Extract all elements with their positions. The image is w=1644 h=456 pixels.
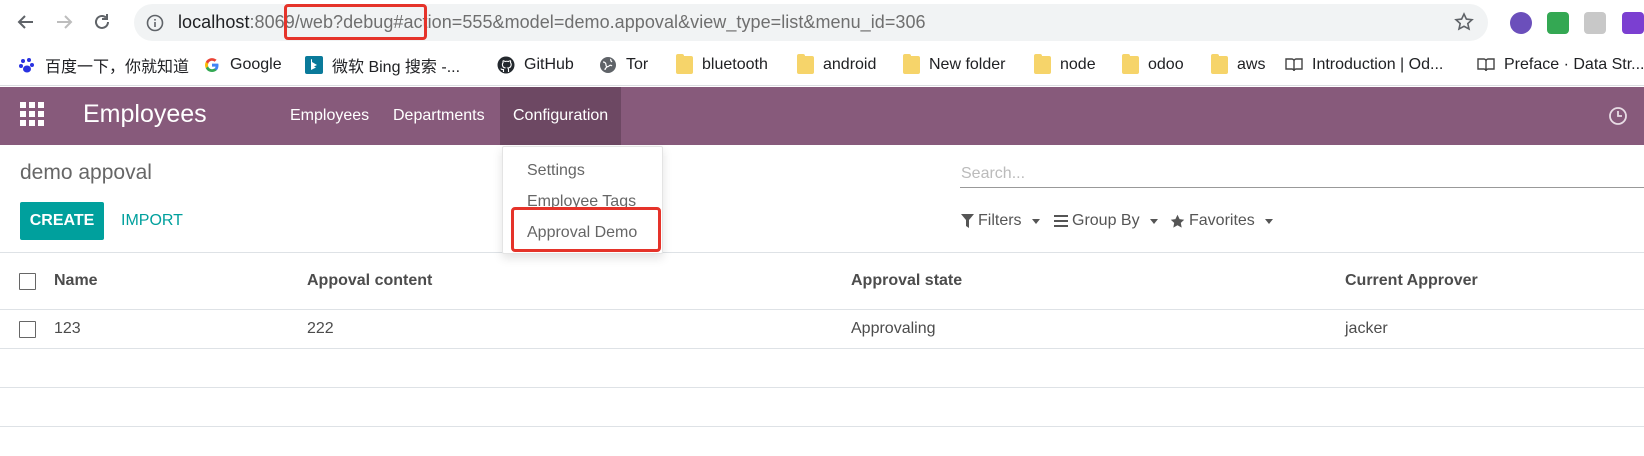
bookmark-label: android bbox=[823, 56, 877, 73]
folder-icon bbox=[1122, 54, 1139, 74]
cell-state: Approvaling bbox=[851, 320, 936, 337]
dropdown-item-approval-demo[interactable]: Approval Demo bbox=[527, 224, 637, 242]
browser-toolbar: localhost:8069/web?debug#action=555&mode… bbox=[0, 0, 1644, 44]
bookmark-label: Google bbox=[230, 56, 282, 73]
groupby-label: Group By bbox=[1072, 212, 1140, 229]
book-icon bbox=[1477, 58, 1495, 72]
favorites-button[interactable]: Favorites bbox=[1170, 209, 1273, 233]
bookmark-label: node bbox=[1060, 56, 1096, 73]
bookmark-github[interactable]: GitHub bbox=[497, 53, 574, 77]
bookmark-baidu[interactable]: 百度一下，你就知道 bbox=[18, 53, 189, 77]
info-icon[interactable] bbox=[146, 14, 164, 32]
column-name[interactable]: Name bbox=[54, 272, 98, 290]
folder-icon bbox=[1034, 54, 1051, 74]
baidu-icon bbox=[19, 58, 34, 73]
caret-down-icon bbox=[1264, 218, 1273, 224]
folder-icon bbox=[903, 54, 920, 74]
filter-icon bbox=[961, 214, 974, 228]
reload-button[interactable] bbox=[89, 9, 115, 35]
bookmark-google[interactable]: Google bbox=[203, 53, 282, 77]
bookmark-bing[interactable]: 微软 Bing 搜索 -... bbox=[305, 53, 460, 77]
url-path: :8069/web?debug#action=555&model=demo.ap… bbox=[249, 12, 926, 32]
bing-icon bbox=[305, 56, 323, 74]
import-button[interactable]: IMPORT bbox=[111, 202, 193, 240]
reload-icon bbox=[95, 14, 109, 29]
bookmark-introduction[interactable]: Introduction | Od... bbox=[1285, 53, 1443, 77]
table-row[interactable]: 123 222 Approvaling jacker bbox=[0, 310, 1644, 349]
menu-departments[interactable]: Departments bbox=[380, 87, 498, 145]
caret-down-icon bbox=[1031, 218, 1040, 224]
configuration-dropdown: Settings Employee Tags Approval Demo bbox=[502, 146, 663, 254]
bookmark-label: 微软 Bing 搜索 -... bbox=[332, 59, 461, 76]
activity-clock-icon[interactable] bbox=[1608, 106, 1628, 126]
select-all-checkbox[interactable] bbox=[19, 273, 36, 290]
search-input[interactable] bbox=[960, 160, 1644, 188]
bookmark-folder-android[interactable]: android bbox=[797, 53, 876, 77]
globe-icon bbox=[600, 57, 616, 73]
cell-name: 123 bbox=[54, 320, 81, 337]
star-icon bbox=[1170, 214, 1185, 228]
github-icon bbox=[497, 56, 515, 74]
cell-content: 222 bbox=[307, 320, 334, 337]
bookmark-label: 百度一下，你就知道 bbox=[45, 59, 190, 76]
bars-icon bbox=[1054, 215, 1068, 227]
google-icon bbox=[205, 58, 219, 72]
book-icon bbox=[1285, 58, 1303, 72]
folder-icon bbox=[797, 54, 814, 74]
apps-menu-icon[interactable] bbox=[20, 102, 44, 126]
url-host: localhost bbox=[178, 12, 250, 32]
menu-configuration[interactable]: Configuration bbox=[500, 87, 622, 145]
bookmark-folder-bluetooth[interactable]: bluetooth bbox=[676, 53, 768, 77]
bookmark-tor[interactable]: Tor bbox=[599, 53, 648, 77]
bookmark-label: New folder bbox=[929, 56, 1006, 73]
filters-label: Filters bbox=[978, 212, 1022, 229]
bookmark-folder-odoo[interactable]: odoo bbox=[1122, 53, 1184, 77]
list-header: Name Appoval content Approval state Curr… bbox=[0, 252, 1644, 310]
dropdown-item-settings[interactable]: Settings bbox=[527, 162, 585, 180]
forward-arrow-icon bbox=[57, 15, 73, 29]
empty-row bbox=[0, 349, 1644, 388]
extension-rp-icon[interactable] bbox=[1622, 12, 1644, 34]
row-checkbox[interactable] bbox=[19, 321, 36, 338]
bookmark-label: GitHub bbox=[524, 56, 574, 73]
column-current-approver[interactable]: Current Approver bbox=[1345, 272, 1478, 290]
breadcrumb: demo appoval bbox=[20, 161, 152, 184]
bookmark-label: aws bbox=[1237, 56, 1266, 73]
column-approval-state[interactable]: Approval state bbox=[851, 272, 962, 290]
dropdown-item-employee-tags[interactable]: Employee Tags bbox=[527, 193, 636, 211]
bookmark-label: Tor bbox=[626, 56, 649, 73]
caret-down-icon bbox=[1149, 218, 1158, 224]
bookmark-label: odoo bbox=[1148, 56, 1184, 73]
address-bar[interactable]: localhost:8069/web?debug#action=555&mode… bbox=[134, 4, 1488, 41]
groupby-button[interactable]: Group By bbox=[1054, 209, 1158, 233]
bookmark-label: Preface · Data Str... bbox=[1504, 56, 1644, 73]
app-brand[interactable]: Employees bbox=[83, 100, 207, 129]
extension-ws-icon[interactable] bbox=[1510, 12, 1532, 34]
bookmark-folder-new-folder[interactable]: New folder bbox=[903, 53, 1005, 77]
folder-icon bbox=[676, 54, 693, 74]
empty-row bbox=[0, 388, 1644, 427]
bookmarks-bar: 百度一下，你就知道 Google 微软 Bing 搜索 -... GitHub … bbox=[0, 44, 1644, 86]
favorites-label: Favorites bbox=[1189, 212, 1255, 229]
bookmark-star-icon[interactable] bbox=[1454, 12, 1474, 32]
bookmark-preface[interactable]: Preface · Data Str... bbox=[1477, 53, 1644, 77]
column-appoval-content[interactable]: Appoval content bbox=[307, 272, 432, 290]
app-navbar: Employees Employees Departments Configur… bbox=[0, 87, 1644, 145]
extension-image-icon[interactable] bbox=[1584, 12, 1606, 34]
bookmark-folder-aws[interactable]: aws bbox=[1211, 53, 1265, 77]
url-text[interactable]: localhost:8069/web?debug#action=555&mode… bbox=[178, 12, 926, 33]
filters-button[interactable]: Filters bbox=[961, 209, 1040, 233]
menu-employees[interactable]: Employees bbox=[277, 87, 382, 145]
bookmark-label: bluetooth bbox=[702, 56, 768, 73]
back-arrow-icon bbox=[17, 15, 33, 29]
cell-approver: jacker bbox=[1345, 320, 1388, 337]
forward-button[interactable] bbox=[51, 9, 77, 35]
folder-icon bbox=[1211, 54, 1228, 74]
bookmark-folder-node[interactable]: node bbox=[1034, 53, 1096, 77]
extension-download-icon[interactable] bbox=[1547, 12, 1569, 34]
back-button[interactable] bbox=[13, 9, 39, 35]
create-button[interactable]: CREATE bbox=[20, 202, 104, 240]
bookmark-label: Introduction | Od... bbox=[1312, 56, 1444, 73]
